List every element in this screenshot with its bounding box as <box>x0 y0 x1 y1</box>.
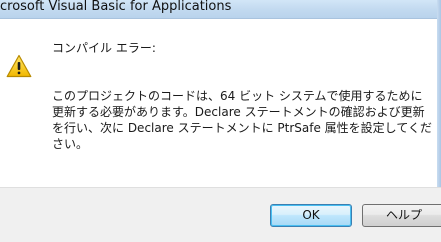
warning-icon <box>6 54 32 78</box>
error-heading: コンパイル エラー: <box>52 41 156 55</box>
error-message: このプロジェクトのコードは、64 ビット システムで使用するために更新する必要が… <box>52 89 432 151</box>
ok-button[interactable]: OK <box>270 204 352 227</box>
window-title: crosoft Visual Basic for Applications <box>0 0 232 14</box>
help-button[interactable]: ヘルプ <box>362 204 441 227</box>
error-dialog: crosoft Visual Basic for Applications コン… <box>0 0 441 242</box>
title-bar[interactable]: crosoft Visual Basic for Applications <box>0 0 441 19</box>
